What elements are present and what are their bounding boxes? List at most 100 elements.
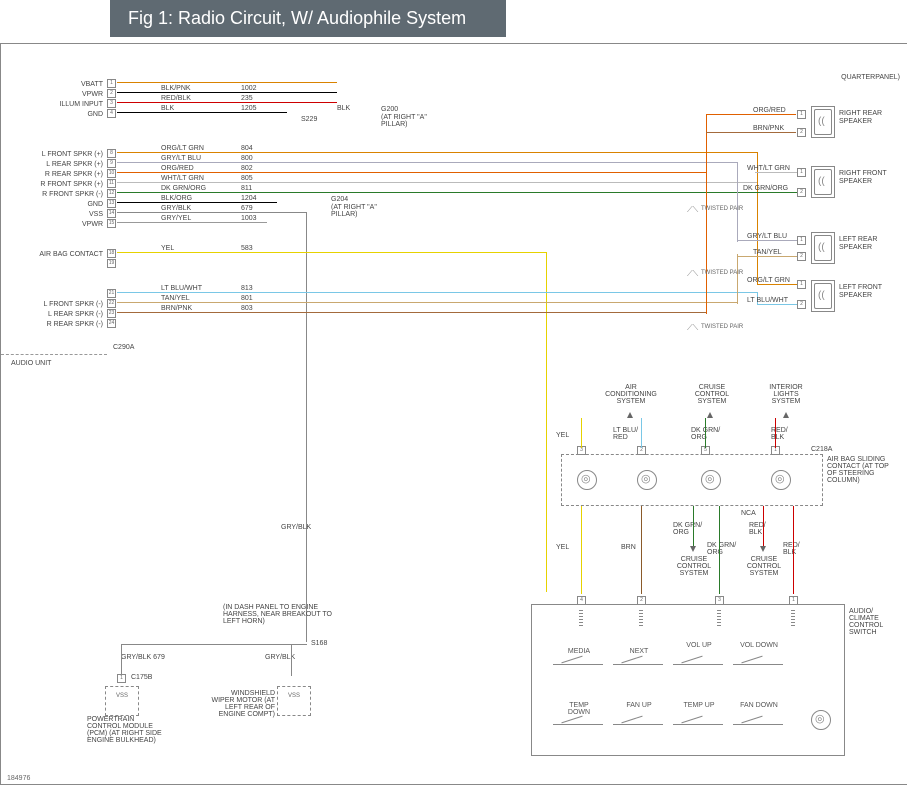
pin: 24 [107,319,116,328]
pin-name: GND [47,111,103,118]
vwire [121,644,122,676]
pin: 1 [797,236,806,245]
switch-block-label: AUDIO/ CLIMATE CONTROL SWITCH [849,608,899,636]
wire-code: 801 [241,295,253,302]
switch-label: NEXT [619,648,659,655]
switch-icon [613,664,663,685]
wiper-label: WINDSHIELD WIPER MOTOR (AT LEFT REAR OF … [211,690,275,718]
pin-name: VPWR [47,221,103,228]
speaker-label: LEFT FRONT SPEAKER [839,284,889,299]
pin: 23 [107,309,116,318]
g204: G204 [331,196,348,203]
switch-label: FAN UP [619,702,659,709]
splice-s229: S229 [301,116,317,123]
pin: 10 [107,169,116,178]
wire-yel-v [546,252,547,592]
pcm-label: POWERTRAIN CONTROL MODULE (PCM) (AT RIGH… [87,716,167,744]
s168-loc: (IN DASH PANEL TO ENGINE HARNESS, NEAR B… [223,604,333,625]
pin-name: R REAR SPKR (-) [17,321,103,328]
wire [121,644,307,645]
pin: 8 [107,149,116,158]
pin: 3 [107,99,116,108]
pin: 22 [107,299,116,308]
pin: 2 [107,89,116,98]
v-yel [581,418,582,448]
switch-icon [733,724,783,745]
pin: 2 [797,188,806,197]
switch-label: VOL UP [679,642,719,649]
audio-unit-label: AUDIO UNIT [11,360,51,367]
vss-text: VSS [116,693,128,699]
speaker-icon [811,166,835,198]
wire-lbl: YEL [556,544,569,551]
wire [117,222,267,223]
system-il: INTERIOR LIGHTS SYSTEM [761,384,811,405]
switch-label: TEMP UP [679,702,719,709]
switch-label: FAN DOWN [739,702,779,709]
wiring-diagram: AUDIO UNIT C290A QUARTERPANEL) VBATT 1 V… [0,43,907,785]
stub [757,284,797,285]
pin: 18 [107,249,116,258]
wire-code: 803 [241,305,253,312]
wire-blk: BLK [337,105,350,112]
switch-label: MEDIA [559,648,599,655]
pin-name: L FRONT SPKR (-) [17,301,103,308]
pin: 2 [797,252,806,261]
wire-code: 805 [241,175,253,182]
pin: 12 [107,189,116,198]
pin: 21 [107,289,116,298]
pin-name: R FRONT SPKR (-) [17,191,103,198]
vwire [693,506,694,546]
pin-name: ILLUM INPUT [37,101,103,108]
coil-icon [771,470,791,490]
wire-color: BRN/PNK [161,305,192,312]
switch-icon [673,724,723,745]
wire-gryblk-v [306,212,307,642]
document-id: 184976 [7,775,30,782]
wire-color: BLK/ORG [161,195,192,202]
vwire [719,506,720,594]
v-red [775,418,776,448]
speaker-wire: ORG/RED [753,107,786,114]
wire-color: GRY/LT BLU [161,155,201,162]
system-cc2: CRUISE CONTROL SYSTEM [669,556,719,577]
c175b: C175B [131,674,152,681]
wire-color: BLK/PNK [161,85,191,92]
wire-lbl: DK GRN/ ORG [691,427,727,441]
pin-name: GND [47,201,103,208]
arrow-down-icon [690,546,696,552]
pin: 1 [789,596,798,605]
stub [706,114,796,115]
pin: 19 [107,259,116,268]
switch-icon [733,664,783,685]
wire-color: WHT/LT GRN [161,175,204,182]
wire [117,112,287,113]
pin: 9 [107,159,116,168]
arrow-up-icon [627,412,633,418]
switch-icon [673,664,723,685]
wire [117,82,337,83]
speaker-wire: LT BLU/WHT [747,297,788,304]
speaker-wire: BRN/PNK [753,125,784,132]
g204-loc: (AT RIGHT "A" PILLAR) [331,204,391,218]
stub [737,256,797,257]
stub [757,304,797,305]
pin: 4 [107,109,116,118]
v-org-red [706,114,707,314]
resistor-icon [579,610,583,628]
wire-org-red [117,172,707,173]
connector-label: C290A [113,344,134,351]
pin: 1 [797,110,806,119]
switch-label: VOL DOWN [739,642,779,649]
lamp-icon [811,710,831,730]
wire-wht-ltgrn [117,182,757,183]
switch-label: TEMP DOWN [559,702,599,716]
wire-code: 811 [241,185,252,192]
vwire [763,506,764,546]
system-cc3: CRUISE CONTROL SYSTEM [739,556,789,577]
wire-code: 1205 [241,105,257,112]
wire-top-left: GRY/BLK 679 [121,654,165,661]
pin: 1 [107,79,116,88]
switch-icon [553,664,603,685]
speaker-wire: WHT/LT GRN [747,165,790,172]
